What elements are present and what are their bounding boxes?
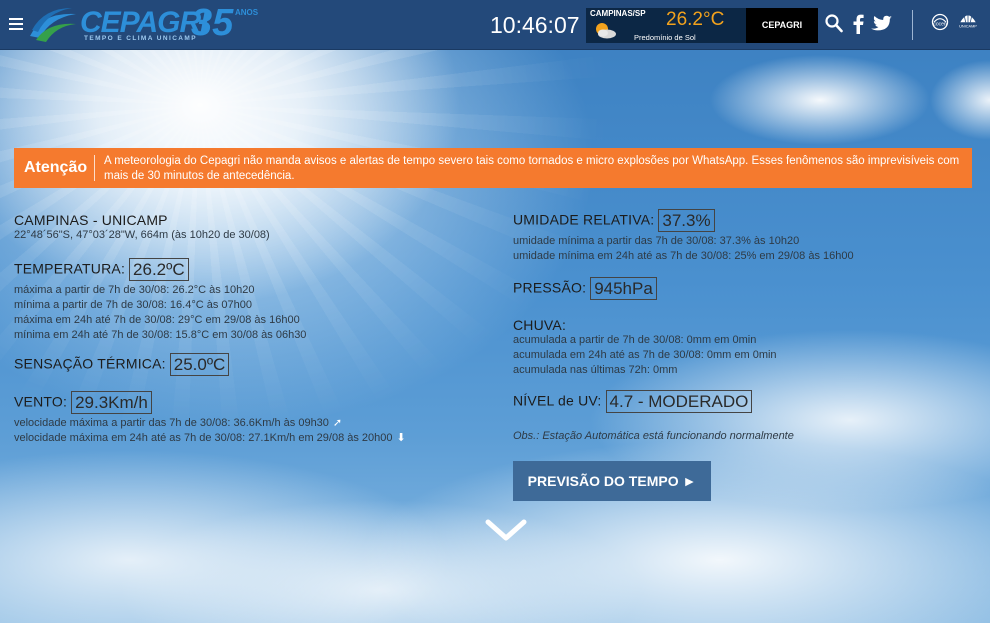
thermal-sensation-block: SENSAÇÃO TÉRMICA: 25.0ºC [14, 353, 230, 376]
clock: 10:46:07 [490, 12, 580, 38]
logo-subtitle: TEMPO E CLIMA UNICAMP [84, 35, 197, 42]
temperature-min-24h: mínima em 24h até 7h de 30/08: 15.8°C em… [14, 329, 307, 341]
weather-temp: 26.2°C [666, 9, 725, 30]
station-status-note: Obs.: Estação Automática está funcionand… [513, 430, 794, 442]
weather-widget[interactable]: CAMPINAS/SP 26.2°C Predomínio de Sol [586, 8, 746, 43]
hamburger-menu-icon[interactable] [9, 18, 23, 30]
search-icon[interactable] [825, 14, 843, 34]
temperature-max-today: máxima a partir de 7h de 30/08: 26.2°C à… [14, 284, 255, 296]
station-name: CAMPINAS - UNICAMP [14, 212, 168, 228]
station-coords: 22°48´56"S, 47°03´28"W, 664m (às 10h20 d… [14, 229, 270, 241]
temperature-label: TEMPERATURA: [14, 260, 126, 277]
cepagri-button[interactable]: CEPAGRI [746, 8, 818, 43]
alert-divider [94, 155, 95, 181]
alert-banner: Atenção A meteorologia do Cepagri não ma… [14, 148, 972, 188]
forecast-button[interactable]: PREVISÃO DO TEMPO ► [513, 461, 711, 501]
twitter-icon[interactable] [871, 14, 892, 34]
temperature-max-24h: máxima em 24h até 7h de 30/08: 29°C em 2… [14, 314, 300, 326]
rain-72h: acumulada nas últimas 72h: 0mm [513, 364, 678, 376]
station-block: CAMPINAS - UNICAMP 22°48´56"S, 47°03´28"… [14, 212, 270, 243]
wind-max-today: velocidade máxima a partir das 7h de 30/… [14, 417, 329, 429]
facebook-icon[interactable] [853, 14, 864, 34]
humidity-block: UMIDADE RELATIVA: 37.3% umidade mínima a … [513, 209, 854, 264]
alert-text: A meteorologia do Cepagri não manda avis… [104, 155, 960, 182]
uv-value: 4.7 - MODERADO [605, 390, 753, 413]
wind-value: 29.3Km/h [71, 391, 152, 414]
cocen-logo[interactable]: cocen [928, 12, 952, 32]
weather-desc: Predomínio de Sol [634, 33, 696, 42]
thermal-sensation-label: SENSAÇÃO TÉRMICA: [14, 355, 166, 372]
pressure-block: PRESSÃO: 945hPa [513, 277, 657, 300]
wind-direction-ne-icon: ➚ [332, 417, 343, 429]
unicamp-logo[interactable]: UNICAMP [954, 10, 982, 30]
pressure-value: 945hPa [590, 277, 657, 300]
humidity-label: UMIDADE RELATIVA: [513, 211, 655, 228]
wind-label: VENTO: [14, 393, 68, 410]
temperature-block: TEMPERATURA: 26.2ºC máxima a partir de 7h… [14, 258, 306, 343]
humidity-value: 37.3% [658, 209, 715, 232]
logo-years: 35 [191, 2, 234, 44]
wind-block: VENTO: 29.3Km/h velocidade máxima a parti… [14, 391, 406, 446]
svg-text:cocen: cocen [933, 21, 947, 27]
rain-today: acumulada a partir de 7h de 30/08: 0mm e… [513, 334, 757, 346]
wind-max-24h: velocidade máxima em 24h até as 7h de 30… [14, 432, 393, 444]
humidity-min-24h: umidade mínima em 24h até as 7h de 30/08… [513, 250, 854, 262]
weather-city: CAMPINAS/SP [590, 9, 646, 18]
partly-sunny-icon [596, 23, 616, 39]
thermal-sensation-value: 25.0ºC [169, 353, 230, 376]
header-divider [912, 10, 913, 40]
uv-block: NÍVEL de UV: 4.7 - MODERADO [513, 390, 753, 413]
humidity-min-today: umidade mínima a partir das 7h de 30/08:… [513, 235, 800, 247]
uv-label: NÍVEL de UV: [513, 392, 602, 409]
alert-title: Atenção [24, 159, 88, 176]
rain-label: CHUVA: [513, 317, 567, 333]
logo-anos: ANOS [235, 8, 259, 17]
cepagri-logo[interactable]: CEPAGRI 35 ANOS TEMPO E CLIMA UNICAMP [28, 2, 273, 44]
logo-swoosh-icon [30, 8, 76, 42]
svg-text:UNICAMP: UNICAMP [959, 25, 977, 29]
temperature-min-today: mínima a partir de 7h de 30/08: 16.4°C à… [14, 299, 252, 311]
rain-24h: acumulada em 24h até as 7h de 30/08: 0mm… [513, 349, 777, 361]
wind-direction-s-icon: ⬇ [396, 432, 406, 444]
rain-block: CHUVA: acumulada a partir de 7h de 30/08… [513, 317, 777, 378]
chevron-down-icon[interactable] [484, 516, 528, 544]
top-bar: CEPAGRI 35 ANOS TEMPO E CLIMA UNICAMP 10… [0, 0, 990, 50]
pressure-label: PRESSÃO: [513, 279, 587, 296]
temperature-value: 26.2ºC [129, 258, 189, 281]
